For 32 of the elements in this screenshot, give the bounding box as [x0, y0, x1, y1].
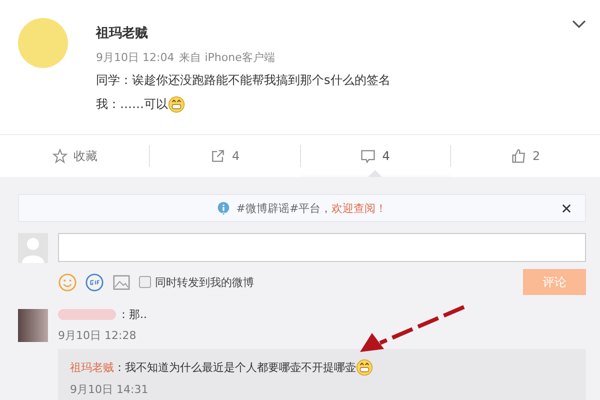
reply-time: 9月10日 14:31 [70, 382, 150, 397]
checkbox[interactable] [139, 276, 151, 288]
close-icon[interactable] [562, 204, 571, 212]
thumbs-up-icon [510, 148, 527, 164]
reply-text: ：我不知道为什么最近是个人都要哪壶不开提哪壶 [114, 360, 356, 375]
post-text: 我：……可以 [96, 96, 168, 113]
action-button[interactable]: 收藏 [0, 135, 150, 177]
share-icon [210, 148, 226, 164]
reply-author[interactable]: 祖玛老贼 [70, 360, 114, 375]
checkbox-label[interactable]: 同时转发到我的微博 [155, 274, 254, 290]
chevron-down-icon[interactable] [572, 20, 586, 28]
smiley-icon[interactable] [58, 272, 77, 292]
post-text: 同学：诶趁你还没跑路能不能帮我搞到那个s什么的签名 [96, 72, 390, 89]
star-icon [52, 148, 68, 164]
blurred-avatar[interactable] [18, 309, 48, 342]
image-icon[interactable] [112, 272, 131, 292]
action-button[interactable]: 2 [450, 135, 600, 177]
info-icon [217, 200, 230, 216]
notice-text: #微博辟谣#平台， [236, 200, 332, 216]
avatar-placeholder [18, 233, 48, 263]
notice-link[interactable]: 欢迎查阅！ [332, 200, 387, 216]
post-time: 9月10日 12:04 [96, 50, 174, 65]
post-source: 来自 iPhone客户端 [179, 50, 275, 65]
comment-input[interactable] [58, 233, 586, 262]
user-avatar[interactable] [18, 18, 68, 68]
comment-time: 9月10日 12:28 [58, 328, 138, 343]
author-name[interactable]: 祖玛老贼 [96, 24, 390, 42]
comment-text: ：那.. [118, 307, 147, 322]
action-button[interactable]: 4 [150, 135, 300, 177]
blurred-username [58, 309, 116, 320]
comment-icon [360, 148, 376, 164]
gif-icon[interactable] [85, 272, 104, 292]
